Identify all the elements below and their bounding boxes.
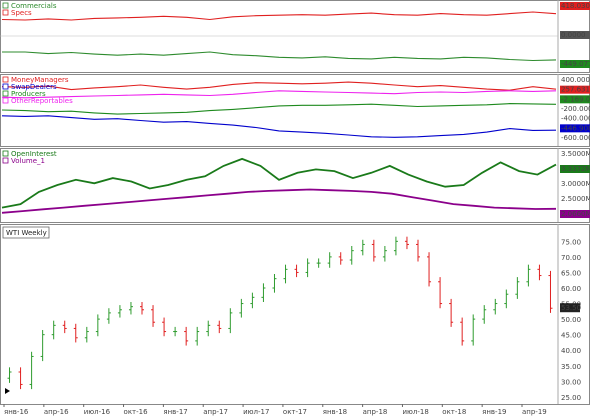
axis-value-label: 2.0660M: [561, 210, 590, 218]
axis-tick-label: -200.0000K: [561, 105, 590, 113]
chart-title: WTI Weekly: [6, 229, 47, 237]
x-tick-label: июл-17: [243, 408, 269, 416]
axis-value-label: 0.0000: [561, 31, 586, 39]
axis-value-label: 418.0300: [561, 2, 590, 10]
price-tick-label: 65.00: [561, 269, 581, 277]
legend-swatch: [2, 90, 9, 97]
legend-swatch: [2, 97, 9, 104]
x-tick-label: окт-18: [442, 408, 466, 416]
legend-swatch: [2, 157, 9, 164]
legend-swatch: [2, 9, 9, 16]
price-tick-label: 30.00: [561, 378, 581, 386]
price-tick-label: 35.00: [561, 363, 581, 371]
x-tick-label: окт-17: [283, 408, 307, 416]
axis-tick-label: -400.0000K: [561, 115, 590, 123]
price-tick-label: 25.00: [561, 394, 581, 402]
x-tick-label: янв-17: [163, 408, 187, 416]
x-tick-label: янв-16: [4, 408, 29, 416]
chart-canvas: CommercialsSpecs418.03000.0000-449.0770 …: [0, 0, 590, 418]
x-tick-label: апр-17: [203, 408, 228, 416]
x-tick-label: июл-16: [84, 408, 111, 416]
legend-swatch: [2, 150, 9, 157]
axis-value-label: 257.6310K: [561, 86, 590, 94]
axis-value-label: -2.169.000K: [561, 95, 590, 103]
legend-swatch: [2, 2, 9, 9]
x-tick-label: апр-19: [522, 408, 547, 416]
price-tick-label: 50.00: [561, 316, 581, 324]
background: [0, 0, 590, 418]
last-price-label: 53.50: [561, 304, 581, 312]
x-tick-label: окт-16: [124, 408, 149, 416]
legend-swatch: [2, 76, 9, 83]
price-tick-label: 40.00: [561, 347, 581, 355]
axis-tick-label: 3.5000M: [561, 150, 590, 158]
x-tick-label: янв-19: [482, 408, 506, 416]
axis-value-label: -446.9080K: [561, 124, 590, 132]
axis-tick-label: -600.0000K: [561, 134, 590, 142]
legend-swatch: [2, 83, 9, 90]
x-tick-label: апр-18: [363, 408, 388, 416]
axis-tick-label: 3.0000M: [561, 180, 590, 188]
x-tick-label: апр-16: [44, 408, 69, 416]
x-tick-label: янв-18: [323, 408, 347, 416]
axis-tick-label: 400.0000K: [561, 76, 590, 84]
legend-otherreportables: OtherReportables: [11, 97, 73, 105]
axis-value-label: 3.3372M: [561, 165, 590, 173]
price-tick-label: 75.00: [561, 238, 581, 246]
price-tick-label: 70.00: [561, 254, 581, 262]
price-tick-label: 45.00: [561, 332, 581, 340]
x-tick-label: июл-18: [402, 408, 428, 416]
axis-tick-label: 2.5000M: [561, 195, 590, 203]
price-tick-label: 60.00: [561, 285, 581, 293]
legend-volume-1: Volume_1: [11, 157, 45, 165]
axis-value-label: -449.0770: [561, 60, 590, 68]
legend-specs: Specs: [11, 9, 32, 17]
